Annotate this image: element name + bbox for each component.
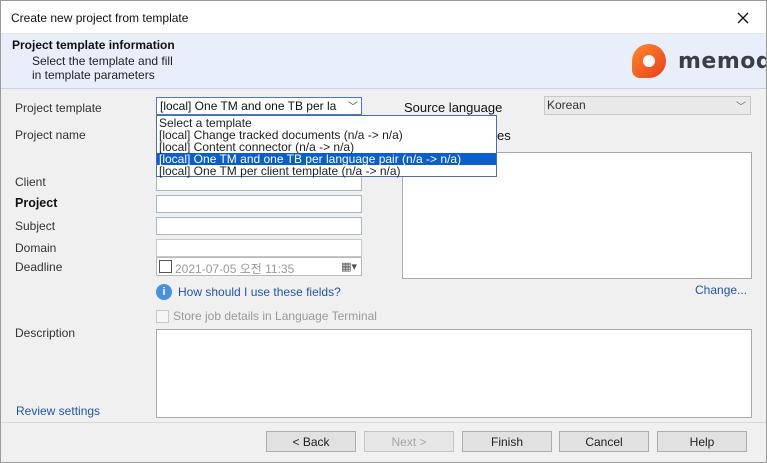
- target-languages-label: es: [497, 128, 511, 143]
- description-textarea[interactable]: [156, 329, 752, 418]
- header-title: Project template information: [12, 38, 175, 52]
- source-language-select[interactable]: Korean ﹀: [544, 96, 751, 115]
- client-label: Client: [15, 175, 46, 189]
- review-settings-link[interactable]: Review settings: [16, 404, 100, 418]
- deadline-checkbox[interactable]: [159, 260, 172, 273]
- header-subtitle-line1: Select the template and fill: [32, 54, 173, 68]
- store-job-details-row: Store job details in Language Terminal: [156, 309, 377, 323]
- calendar-icon[interactable]: ▦▾: [341, 260, 357, 273]
- help-button[interactable]: Help: [657, 431, 747, 452]
- dialog-window: Create new project from template Project…: [0, 0, 767, 463]
- project-template-label: Project template: [15, 101, 102, 115]
- description-label: Description: [15, 326, 76, 340]
- source-language-value: Korean: [547, 98, 586, 112]
- info-icon: i: [156, 284, 172, 300]
- memoq-logo-text: memoq: [678, 48, 767, 74]
- back-button[interactable]: < Back: [266, 431, 356, 452]
- close-icon: [737, 12, 749, 23]
- help-fields-link[interactable]: How should I use these fields?: [178, 285, 341, 299]
- source-language-label: Source language: [404, 100, 503, 115]
- domain-input[interactable]: [156, 239, 362, 257]
- project-template-value: [local] One TM and one TB per la: [160, 99, 337, 113]
- project-template-dropdown[interactable]: Select a template [local] Change tracked…: [156, 115, 497, 177]
- project-name-label: Project name: [15, 128, 86, 142]
- next-button[interactable]: Next >: [364, 431, 454, 452]
- cancel-button[interactable]: Cancel: [559, 431, 649, 452]
- dropdown-option[interactable]: [local] One TM per client template (n/a …: [157, 165, 496, 177]
- help-fields-row[interactable]: i How should I use these fields?: [156, 284, 341, 300]
- memoq-logo: memoq: [632, 44, 767, 78]
- change-link[interactable]: Change...: [695, 283, 747, 297]
- title-bar: Create new project from template: [1, 1, 766, 34]
- subject-label: Subject: [15, 219, 56, 233]
- deadline-value: 2021-07-05 오전 11:35: [175, 262, 295, 276]
- deadline-label: Deadline: [15, 260, 63, 274]
- wizard-header: Project template information Select the …: [1, 34, 766, 89]
- memoq-logo-icon: [632, 44, 666, 78]
- window-title: Create new project from template: [11, 11, 189, 25]
- finish-button[interactable]: Finish: [462, 431, 552, 452]
- project-template-combo[interactable]: [local] One TM and one TB per la ﹀: [156, 97, 362, 115]
- header-subtitle-line2: in template parameters: [32, 68, 155, 82]
- project-label: Project: [15, 196, 58, 210]
- subject-input[interactable]: [156, 217, 362, 235]
- header-subtitle: Select the template and fill in template…: [32, 54, 212, 82]
- chevron-down-icon: ﹀: [736, 102, 746, 113]
- deadline-picker[interactable]: 2021-07-05 오전 11:35 ▦▾: [156, 257, 362, 276]
- store-job-details-label: Store job details in Language Terminal: [173, 309, 377, 323]
- project-input[interactable]: [156, 195, 362, 213]
- footer-divider: [1, 422, 766, 423]
- chevron-down-icon: ﹀: [348, 102, 358, 113]
- domain-label: Domain: [15, 241, 57, 255]
- close-button[interactable]: [720, 1, 766, 34]
- store-job-details-checkbox: [156, 309, 169, 323]
